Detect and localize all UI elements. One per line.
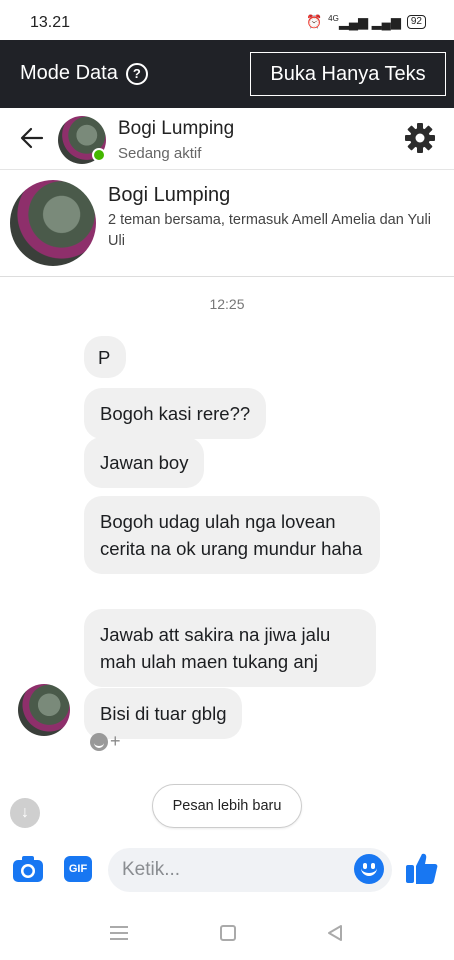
message-composer: GIF (0, 836, 454, 906)
alarm-icon: ⏰ (305, 14, 323, 30)
nav-home-icon[interactable] (220, 925, 236, 941)
gear-icon[interactable] (404, 122, 436, 154)
status-bar: 13.21 ⏰ 4G▂▄▆ ▂▄▆ 92 (0, 0, 454, 40)
camera-icon[interactable] (12, 854, 44, 884)
message-input-wrapper (108, 848, 392, 892)
data-mode-bar: Mode Data ? Buka Hanya Teks (0, 40, 454, 108)
scroll-down-icon[interactable]: ↓ (10, 798, 40, 828)
online-indicator (92, 148, 106, 162)
system-nav-bar (0, 906, 454, 960)
profile-avatar[interactable] (10, 180, 96, 266)
nav-back-icon[interactable] (326, 924, 344, 942)
clock: 13.21 (30, 14, 71, 31)
message-timestamp: 12:25 (209, 296, 245, 312)
battery-icon: 92 (406, 15, 426, 30)
contact-name[interactable]: Bogi Lumping (118, 118, 234, 140)
open-text-only-button[interactable]: Buka Hanya Teks (250, 52, 446, 96)
smiley-icon (90, 732, 108, 751)
chat-header: Bogi Lumping Sedang aktif (0, 108, 454, 170)
newer-messages-button[interactable]: Pesan lebih baru (152, 784, 302, 828)
message-input[interactable] (122, 848, 352, 892)
profile-name: Bogi Lumping (108, 184, 231, 206)
message-bubble[interactable]: Jawan boy (84, 437, 205, 488)
data-mode-text: Mode Data (20, 62, 118, 84)
profile-summary[interactable]: Bogi Lumping 2 teman bersama, termasuk A… (0, 170, 454, 277)
message-bubble[interactable]: Bogoh kasi rere?? (84, 388, 267, 439)
back-arrow-icon[interactable] (18, 124, 46, 152)
status-icons: ⏰ 4G▂▄▆ ▂▄▆ 92 (306, 14, 426, 30)
data-mode-label[interactable]: Mode Data ? (20, 62, 148, 85)
gif-icon[interactable]: GIF (64, 856, 92, 882)
plus-icon: + (110, 731, 121, 751)
add-reaction-button[interactable]: + (90, 731, 121, 752)
message-bubble[interactable]: Bogoh udag ulah nga lovean cerita na ok … (84, 496, 380, 574)
emoji-icon[interactable] (354, 854, 384, 884)
mutual-friends-text: 2 teman bersama, termasuk Amell Amelia d… (108, 212, 431, 249)
message-bubble[interactable]: P (84, 336, 127, 378)
signal-icon: 4G▂▄▆ ▂▄▆ (328, 14, 401, 30)
nav-menu-icon[interactable] (110, 926, 128, 940)
sender-avatar[interactable] (18, 684, 70, 736)
help-icon[interactable]: ? (125, 62, 148, 85)
message-bubble[interactable]: Jawab att sakira na jiwa jalu mah ulah m… (84, 609, 376, 687)
contact-status: Sedang aktif (118, 145, 202, 162)
like-icon[interactable] (404, 850, 440, 886)
